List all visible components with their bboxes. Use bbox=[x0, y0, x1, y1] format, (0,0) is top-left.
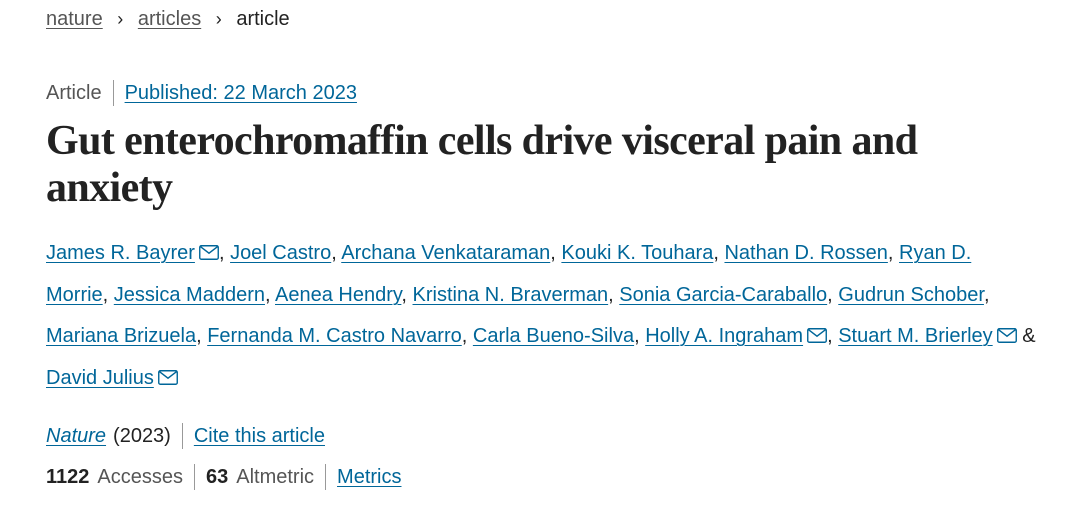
altmetric-count: 63 bbox=[205, 465, 229, 488]
article-meta: Article Published: 22 March 2023 bbox=[46, 80, 357, 106]
author-separator: , bbox=[196, 325, 208, 347]
accesses-label: Accesses bbox=[97, 465, 183, 488]
author-link[interactable]: Mariana Brizuela bbox=[46, 325, 196, 347]
author-separator: , bbox=[887, 242, 900, 264]
journal-info: Nature (2023) Cite this article bbox=[46, 423, 325, 449]
divider bbox=[112, 80, 114, 106]
author-link[interactable]: Archana Venkataraman bbox=[341, 242, 550, 264]
chevron-right-icon: › bbox=[117, 9, 124, 29]
author-link[interactable]: Joel Castro bbox=[230, 242, 331, 264]
author-separator: , bbox=[983, 284, 990, 306]
divider bbox=[193, 464, 195, 490]
author-link[interactable]: Kouki K. Touhara bbox=[561, 242, 713, 264]
author-link[interactable]: Stuart M. Brierley bbox=[838, 325, 992, 347]
author-separator: , bbox=[102, 284, 114, 306]
author-link[interactable]: Gudrun Schober bbox=[838, 284, 984, 306]
author-separator: , bbox=[713, 242, 725, 264]
author-separator: , bbox=[827, 325, 839, 347]
author-link[interactable]: Holly A. Ingraham bbox=[645, 325, 803, 347]
author-separator: , bbox=[331, 242, 342, 264]
article-stats: 1122 Accesses 63 Altmetric Metrics bbox=[46, 464, 401, 490]
journal-year: (2023) bbox=[113, 424, 171, 447]
accesses-count: 1122 bbox=[46, 465, 90, 488]
author-link[interactable]: David Julius bbox=[46, 367, 154, 389]
author-separator: , bbox=[401, 284, 413, 306]
divider bbox=[325, 464, 327, 490]
author-separator: & bbox=[1016, 325, 1036, 347]
author-separator: , bbox=[264, 284, 275, 306]
author-list: James R. Bayrer, Joel Castro, Archana Ve… bbox=[46, 233, 1036, 400]
author-separator: , bbox=[461, 325, 473, 347]
author-link[interactable]: Fernanda M. Castro Navarro bbox=[207, 325, 462, 347]
author-link[interactable]: Carla Bueno-Silva bbox=[473, 325, 634, 347]
author-link[interactable]: Nathan D. Rossen bbox=[724, 242, 887, 264]
author-link[interactable]: Jessica Maddern bbox=[114, 284, 265, 306]
published-date-link[interactable]: Published: 22 March 2023 bbox=[125, 82, 357, 105]
author-separator: , bbox=[608, 284, 620, 306]
author-separator: , bbox=[218, 242, 231, 264]
author-link[interactable]: Kristina N. Braverman bbox=[413, 284, 609, 306]
author-link[interactable]: Sonia Garcia-Caraballo bbox=[619, 284, 827, 306]
envelope-icon[interactable] bbox=[198, 234, 219, 275]
breadcrumb-current: article bbox=[236, 8, 290, 30]
author-separator: , bbox=[550, 242, 562, 264]
page-title: Gut enterochromaffin cells drive viscera… bbox=[46, 118, 918, 211]
author-separator: , bbox=[827, 284, 839, 306]
chevron-right-icon: › bbox=[215, 9, 222, 29]
journal-name-link[interactable]: Nature bbox=[46, 425, 106, 448]
breadcrumb: nature › articles › article bbox=[46, 8, 290, 31]
breadcrumb-nature-link[interactable]: nature bbox=[46, 8, 103, 30]
author-link[interactable]: James R. Bayrer bbox=[46, 242, 195, 264]
envelope-icon[interactable] bbox=[807, 317, 828, 358]
cite-article-link[interactable]: Cite this article bbox=[194, 425, 325, 448]
envelope-icon[interactable] bbox=[157, 359, 178, 400]
author-separator: , bbox=[634, 325, 646, 347]
divider bbox=[181, 423, 183, 449]
article-type: Article bbox=[46, 81, 102, 104]
breadcrumb-articles-link[interactable]: articles bbox=[138, 8, 201, 30]
author-link[interactable]: Aenea Hendry bbox=[275, 284, 401, 306]
metrics-link[interactable]: Metrics bbox=[337, 466, 401, 489]
envelope-icon[interactable] bbox=[996, 317, 1017, 358]
altmetric-label: Altmetric bbox=[236, 465, 315, 488]
